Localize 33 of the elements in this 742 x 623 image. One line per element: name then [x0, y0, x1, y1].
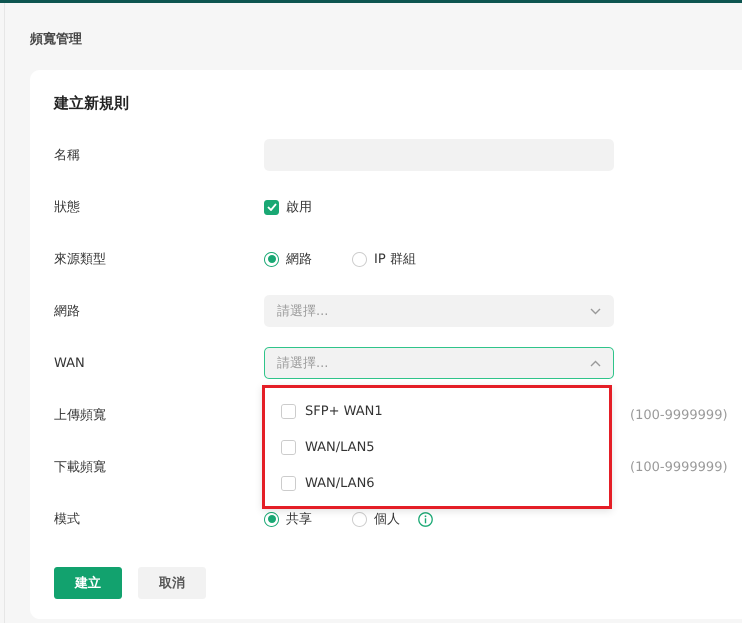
menu-option[interactable]: WAN/LAN5	[265, 429, 609, 465]
checkbox-option[interactable]: 啟用	[264, 198, 312, 216]
checkbox[interactable]	[264, 200, 279, 214]
menu-option[interactable]: SFP+ WAN1	[265, 393, 609, 429]
radio-button[interactable]	[264, 252, 279, 266]
checkbox[interactable]	[281, 440, 296, 454]
range-hint: (100-9999999)	[630, 460, 729, 474]
field-label: 模式	[54, 511, 81, 528]
cancel-button[interactable]: 取消	[138, 567, 206, 599]
radio-button[interactable]	[352, 512, 367, 526]
chevron-icon	[590, 308, 601, 314]
check-icon	[266, 203, 276, 211]
radio-button[interactable]	[352, 252, 367, 266]
field-label: 狀態	[54, 199, 81, 216]
radio-option[interactable]: 網路	[264, 250, 312, 268]
radio-option[interactable]: IP 群組	[352, 250, 416, 268]
field-label: 下載頻寬	[54, 459, 107, 476]
field-label: 上傳頻寬	[54, 407, 107, 424]
field-label: 網路	[54, 303, 81, 320]
range-hint: (100-9999999)	[630, 408, 729, 422]
menu-option[interactable]: WAN/LAN6	[265, 465, 609, 501]
checkbox[interactable]	[281, 404, 296, 418]
page-title: 頻寬管理	[30, 30, 83, 49]
radio-option[interactable]: 共享	[264, 510, 312, 528]
card-title: 建立新規則	[54, 94, 130, 113]
info-icon[interactable]	[418, 512, 433, 526]
field-label: 名稱	[54, 147, 81, 164]
radio-option[interactable]: 個人	[352, 510, 400, 528]
chevron-icon	[590, 360, 601, 366]
field-label: WAN	[54, 356, 86, 370]
field-label: 來源類型	[54, 251, 107, 268]
checkbox[interactable]	[281, 476, 296, 490]
radio-button[interactable]	[264, 512, 279, 526]
